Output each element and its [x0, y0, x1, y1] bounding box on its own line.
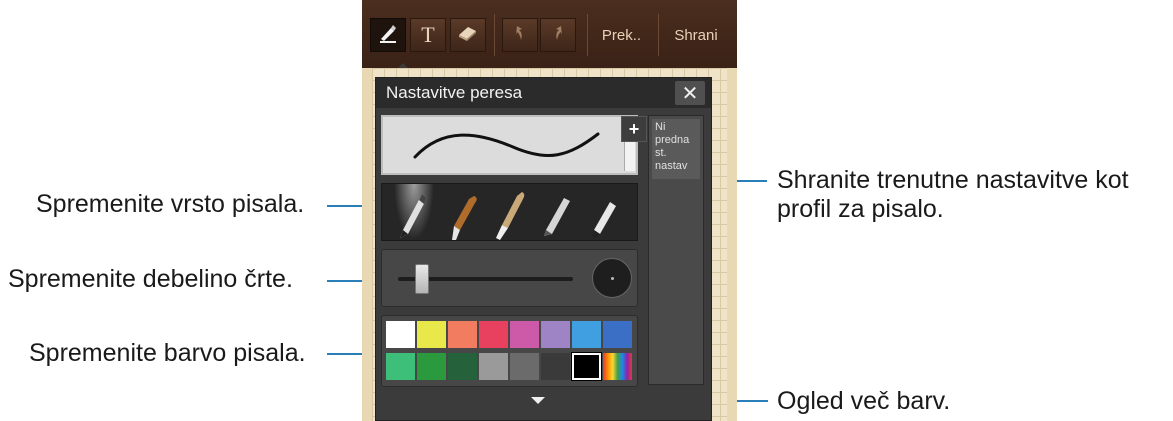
callout-pen-type: Spremenite vrsto pisala. [36, 190, 305, 218]
pen-icon [377, 22, 399, 49]
toolbar-separator [658, 14, 659, 56]
callout-more-colors: Ogled več barv. [777, 387, 951, 415]
undo-icon [511, 23, 529, 48]
color-swatch[interactable] [510, 321, 539, 348]
toolbar-separator [494, 14, 495, 56]
undo-button[interactable] [502, 18, 538, 52]
preview-scrollbar [624, 139, 635, 171]
stroke-preview [381, 115, 638, 175]
pen-chinese-brush[interactable] [490, 186, 530, 240]
color-palette [381, 315, 638, 387]
app-screen: T Prek.. Shrani Nastavitve peresa ✕ + Ni… [362, 0, 737, 421]
color-swatch[interactable] [541, 321, 570, 348]
color-swatch[interactable] [417, 353, 446, 380]
more-colors-arrow-icon[interactable] [531, 397, 545, 404]
color-swatch-selected[interactable] [571, 352, 602, 381]
text-tool-button[interactable]: T [410, 18, 446, 52]
panel-title: Nastavitve peresa [386, 83, 523, 102]
thickness-slider-handle[interactable] [414, 264, 429, 294]
callout-save-profile-line2: profil za pisalo. [777, 195, 944, 223]
toolbar: T Prek.. Shrani [362, 0, 737, 70]
color-swatch[interactable] [603, 321, 632, 348]
pen-type-selector [381, 183, 638, 241]
thickness-preview [592, 258, 632, 298]
plus-icon: + [628, 118, 640, 139]
thickness-control [381, 249, 638, 307]
pen-marker[interactable] [582, 186, 622, 240]
preset-empty-text: Ni predna st. nastav [655, 121, 690, 172]
color-swatch[interactable] [386, 321, 415, 348]
callout-save-profile-line1: Shranite trenutne nastavitve kot [777, 166, 1129, 194]
preset-list: Ni predna st. nastav [648, 115, 704, 385]
pen-settings-panel: Nastavitve peresa ✕ + Ni predna st. nast… [375, 77, 712, 421]
save-button[interactable]: Shrani [665, 18, 727, 52]
redo-icon [549, 23, 567, 48]
callout-save-profile: Shranite trenutne nastavitve kot profil … [777, 166, 1129, 224]
eraser-tool-button[interactable] [450, 18, 486, 52]
pen-fountain-pen[interactable] [394, 186, 434, 240]
color-swatch[interactable] [479, 321, 508, 348]
color-swatch[interactable] [448, 321, 477, 348]
panel-header: Nastavitve peresa ✕ [376, 78, 711, 108]
color-swatch[interactable] [541, 353, 570, 380]
color-swatch[interactable] [386, 353, 415, 380]
pen-brush[interactable] [444, 186, 484, 240]
thickness-preview-dot [611, 277, 614, 280]
cancel-button[interactable]: Prek.. [594, 18, 649, 52]
color-swatch[interactable] [510, 353, 539, 380]
callout-thickness: Spremenite debelino črte. [8, 265, 293, 293]
color-spectrum-swatch[interactable] [603, 353, 632, 380]
redo-button[interactable] [540, 18, 576, 52]
stroke-preview-line [413, 132, 600, 159]
pen-pencil[interactable] [534, 186, 574, 240]
color-swatch[interactable] [572, 321, 601, 348]
color-swatch[interactable] [448, 353, 477, 380]
color-swatch[interactable] [479, 353, 508, 380]
toolbar-separator [587, 14, 588, 56]
text-icon: T [421, 22, 435, 47]
pen-tool-button[interactable] [370, 18, 406, 52]
color-swatch[interactable] [417, 321, 446, 348]
preset-empty-message: Ni predna st. nastav [652, 119, 700, 179]
callout-color: Spremenite barvo pisala. [29, 339, 306, 367]
close-button[interactable]: ✕ [675, 81, 705, 105]
eraser-icon [456, 23, 480, 48]
close-icon: ✕ [681, 82, 699, 105]
add-preset-button[interactable]: + [621, 116, 647, 142]
